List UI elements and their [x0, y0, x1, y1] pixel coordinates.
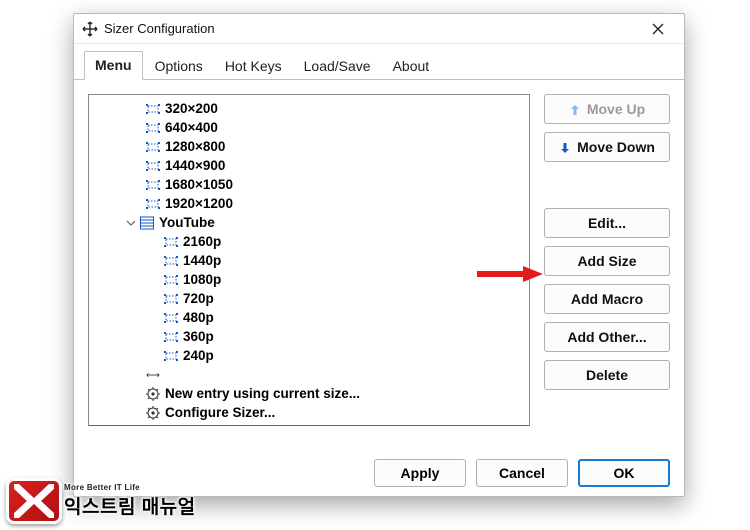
size-icon: [145, 120, 161, 136]
config-window: Sizer Configuration Menu Options Hot Key…: [73, 13, 685, 497]
tab-loadsave[interactable]: Load/Save: [294, 53, 381, 80]
tree-item[interactable]: 1680×1050: [89, 175, 529, 194]
tree-item-label: 720p: [183, 291, 214, 306]
folder-icon: [139, 215, 155, 231]
tree-item[interactable]: 360p: [89, 327, 529, 346]
tab-options[interactable]: Options: [145, 53, 213, 80]
chevron-down-icon: [125, 217, 137, 229]
tree-item[interactable]: 1280×800: [89, 137, 529, 156]
button-label: Move Up: [587, 101, 645, 117]
add-other-button[interactable]: Add Other...: [544, 322, 670, 352]
tree-item-label: 1280×800: [165, 139, 225, 154]
tree-item-label: 640×400: [165, 120, 218, 135]
size-icon: [163, 253, 179, 269]
tab-hotkeys[interactable]: Hot Keys: [215, 53, 292, 80]
content-area: 320×200 640×400 1280×800 1440×900 1680×1…: [74, 80, 684, 450]
size-icon: [145, 139, 161, 155]
menu-tree[interactable]: 320×200 640×400 1280×800 1440×900 1680×1…: [88, 94, 530, 426]
tree-item[interactable]: 2160p: [89, 232, 529, 251]
move-down-button[interactable]: Move Down: [544, 132, 670, 162]
ok-button[interactable]: OK: [578, 459, 670, 487]
size-icon: [163, 272, 179, 288]
edit-button[interactable]: Edit...: [544, 208, 670, 238]
tree-item[interactable]: 1080p: [89, 270, 529, 289]
watermark: More Better IT Life 익스트림 매뉴얼: [6, 478, 196, 524]
tree-separator[interactable]: [89, 365, 529, 384]
size-icon: [145, 101, 161, 117]
side-buttons: Move Up Move Down Edit... Add Size Add M…: [544, 94, 670, 442]
tree-item-label: New entry using current size...: [165, 386, 360, 401]
button-label: Delete: [586, 367, 628, 383]
size-icon: [145, 196, 161, 212]
tree-item-label: 480p: [183, 310, 214, 325]
size-icon: [145, 158, 161, 174]
tree-item[interactable]: 320×200: [89, 99, 529, 118]
separator-icon: [145, 367, 161, 383]
gear-icon: [145, 405, 161, 421]
size-icon: [163, 291, 179, 307]
tree-item[interactable]: 1440×900: [89, 156, 529, 175]
tabstrip: Menu Options Hot Keys Load/Save About: [74, 50, 684, 80]
tree-item-configure[interactable]: Configure Sizer...: [89, 403, 529, 422]
apply-button[interactable]: Apply: [374, 459, 466, 487]
watermark-sub: More Better IT Life: [64, 483, 196, 492]
tree-folder-label: YouTube: [159, 215, 215, 230]
tree-item-label: 1080p: [183, 272, 221, 287]
tree-item[interactable]: 640×400: [89, 118, 529, 137]
size-icon: [163, 348, 179, 364]
button-label: Add Other...: [567, 329, 646, 345]
tab-menu[interactable]: Menu: [84, 51, 143, 80]
size-icon: [163, 234, 179, 250]
close-button[interactable]: [638, 15, 678, 43]
tree-item[interactable]: 1920×1200: [89, 194, 529, 213]
move-up-button[interactable]: Move Up: [544, 94, 670, 124]
tree-item-label: 1680×1050: [165, 177, 233, 192]
button-label: Add Macro: [571, 291, 643, 307]
add-size-button[interactable]: Add Size: [544, 246, 670, 276]
window-title: Sizer Configuration: [104, 21, 638, 36]
close-icon: [652, 23, 664, 35]
cancel-button[interactable]: Cancel: [476, 459, 568, 487]
tree-item-label: 240p: [183, 348, 214, 363]
tree-item-label: 320×200: [165, 101, 218, 116]
arrow-down-icon: [559, 141, 571, 153]
button-label: Edit...: [588, 215, 626, 231]
tree-item-label: 1440×900: [165, 158, 225, 173]
titlebar: Sizer Configuration: [74, 14, 684, 44]
watermark-main: 익스트림 매뉴얼: [64, 492, 196, 519]
size-icon: [163, 310, 179, 326]
arrow-up-icon: [569, 103, 581, 115]
tree-item[interactable]: 1440p: [89, 251, 529, 270]
tree-item[interactable]: 240p: [89, 346, 529, 365]
gear-icon: [145, 386, 161, 402]
delete-button[interactable]: Delete: [544, 360, 670, 390]
watermark-badge: [6, 478, 62, 524]
tree-item[interactable]: 720p: [89, 289, 529, 308]
app-icon: [82, 21, 98, 37]
button-label: Add Size: [577, 253, 636, 269]
tree-item-label: Configure Sizer...: [165, 405, 275, 420]
button-label: Move Down: [577, 139, 655, 155]
size-icon: [145, 177, 161, 193]
tree-item-label: 360p: [183, 329, 214, 344]
add-macro-button[interactable]: Add Macro: [544, 284, 670, 314]
tab-about[interactable]: About: [383, 53, 440, 80]
tree-item-new-entry[interactable]: New entry using current size...: [89, 384, 529, 403]
tree-item-label: 2160p: [183, 234, 221, 249]
tree-item[interactable]: 480p: [89, 308, 529, 327]
tree-item-label: 1440p: [183, 253, 221, 268]
tree-folder[interactable]: YouTube: [89, 213, 529, 232]
tree-item-label: 1920×1200: [165, 196, 233, 211]
size-icon: [163, 329, 179, 345]
